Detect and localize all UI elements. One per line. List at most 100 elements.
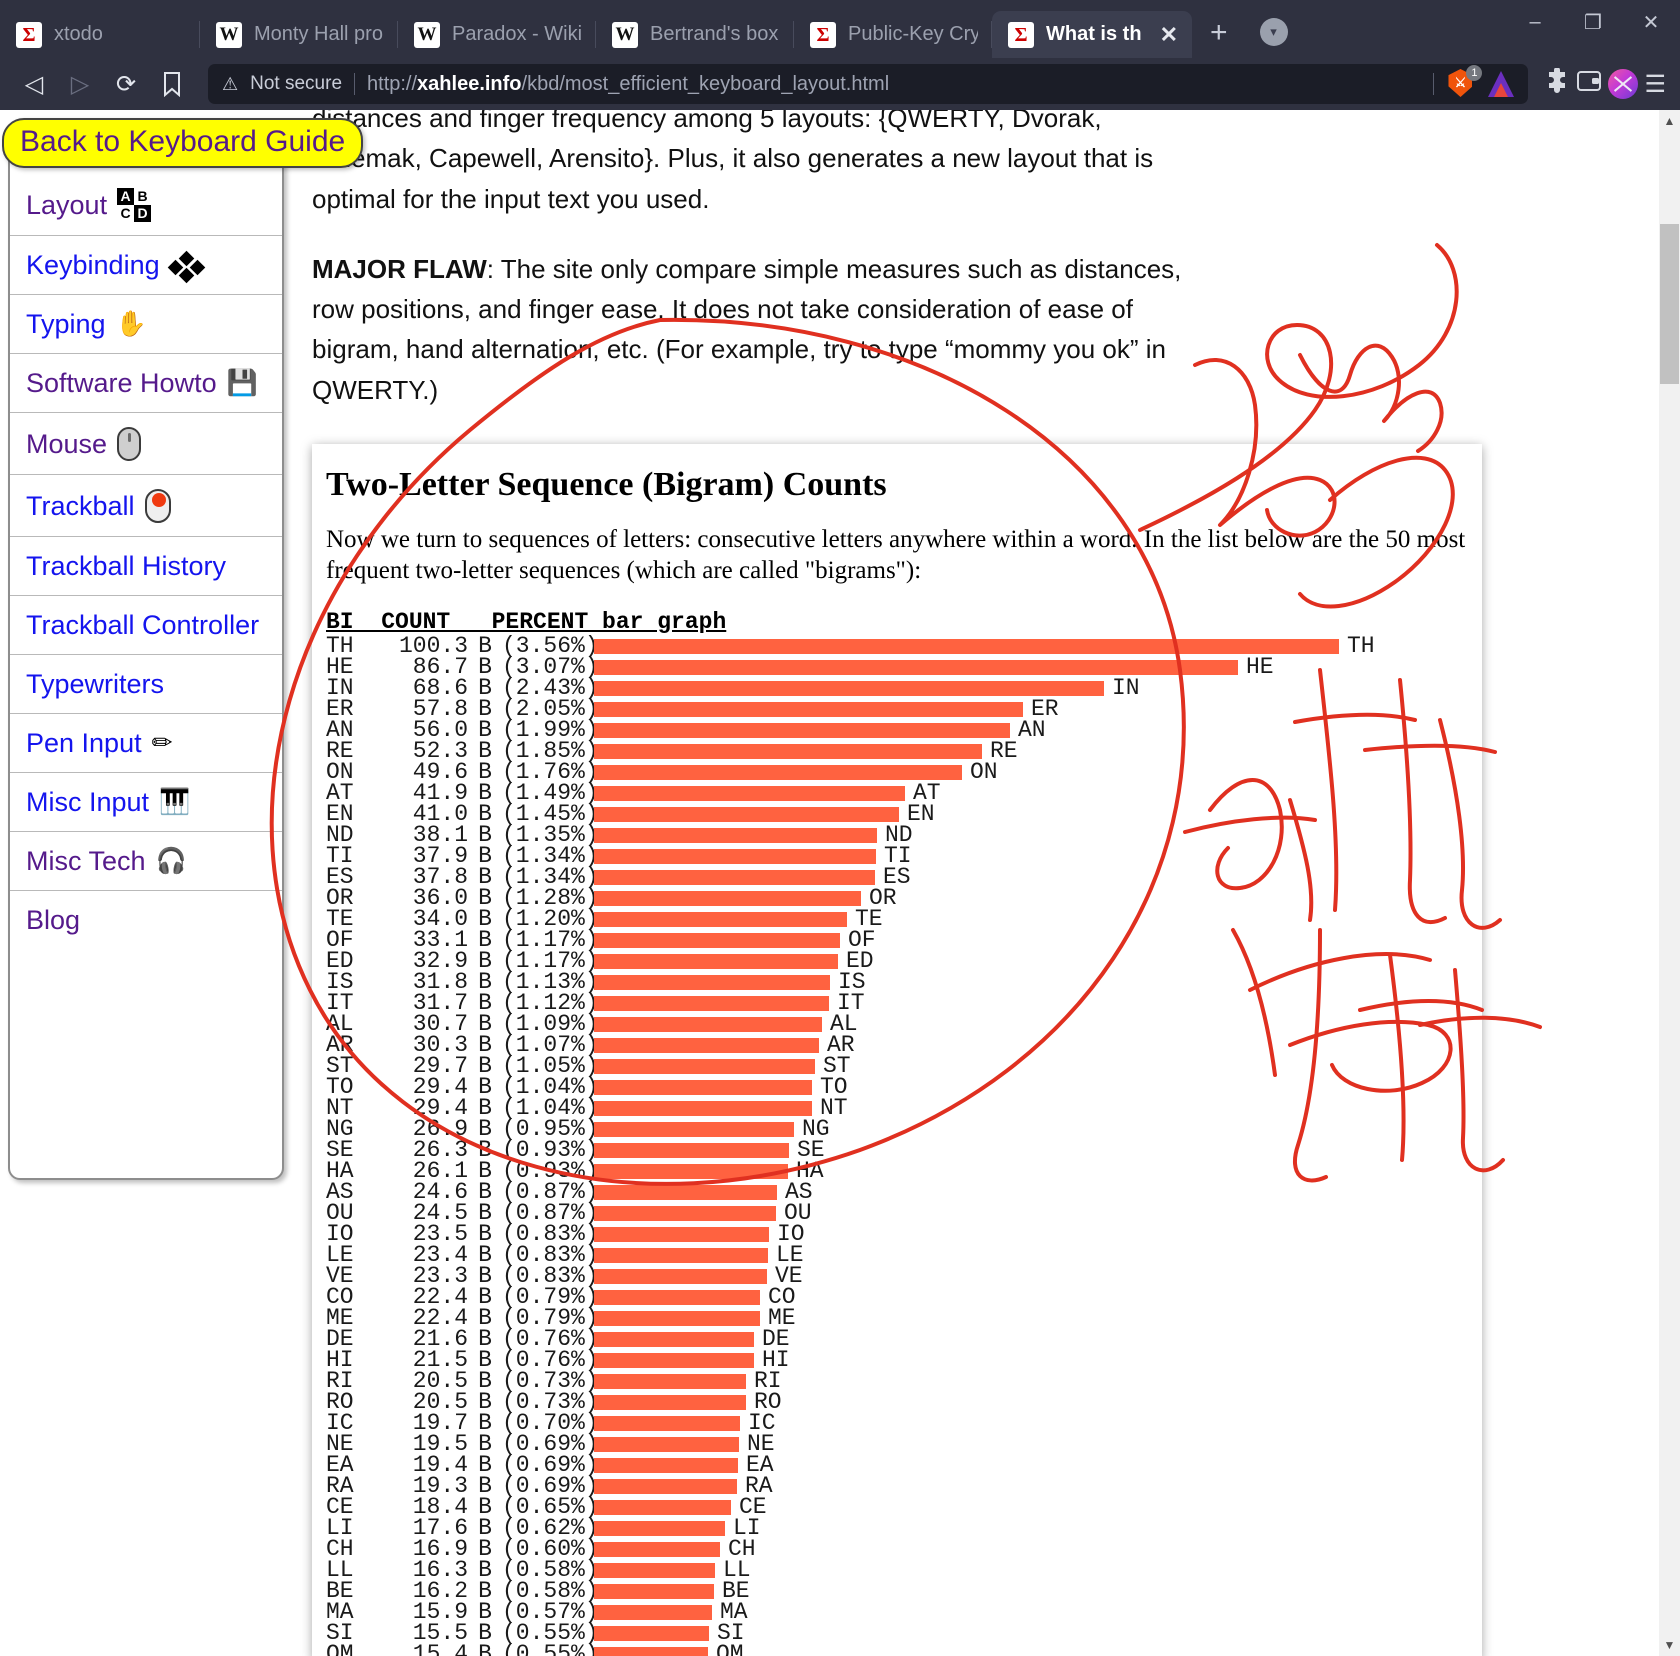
tab-title: xtodo <box>54 23 103 45</box>
menu-icon[interactable]: ☰ <box>1644 70 1666 99</box>
security-label: Not secure <box>250 73 343 94</box>
browser-tab[interactable]: Σxtodo <box>0 11 200 58</box>
maximize-button[interactable]: ❐ <box>1564 0 1622 44</box>
bookmark-icon[interactable] <box>152 64 192 104</box>
headphone-icon: 🎧 <box>155 847 187 875</box>
forward-icon[interactable]: ▷ <box>60 64 100 104</box>
paragraph-intro: distances and finger frequency among 5 l… <box>312 110 1154 214</box>
sidebar-item-software-howto[interactable]: Software Howto 💾 <box>10 354 282 413</box>
raised-hand-icon: ✋ <box>115 310 147 338</box>
scrollbar-thumb[interactable] <box>1660 224 1679 384</box>
sidebar-item-label[interactable]: Blog <box>26 905 80 936</box>
sidebar-item-trackball-history[interactable]: Trackball History <box>10 537 282 596</box>
count-unit: B <box>478 1641 492 1656</box>
bigram-bar <box>594 827 877 843</box>
bigram-bar <box>594 1478 737 1494</box>
sidebar-item-misc-tech[interactable]: Misc Tech 🎧 <box>10 832 282 891</box>
scroll-up-arrow[interactable]: ▲ <box>1659 110 1680 132</box>
shield-count-badge: 1 <box>1466 65 1483 81</box>
bigram-bar <box>594 1247 768 1263</box>
back-icon[interactable]: ◁ <box>14 64 54 104</box>
sigma-icon: Σ <box>1008 21 1034 48</box>
bigram-bar <box>594 1562 715 1578</box>
bigram-bar <box>594 1184 777 1200</box>
bigram-table-body: TH 100.3 B (3.56%) TH HE 86.7 B (3.07%) HE IN 68.6 B… <box>326 633 1482 1656</box>
tab-title: Bertrand's box parad <box>650 23 780 45</box>
sidebar-item-label[interactable]: Trackball <box>26 491 135 522</box>
address-bar[interactable]: ⚠ Not secure http://xahlee.info/kbd/most… <box>208 64 1529 104</box>
profile-avatar[interactable] <box>1608 69 1639 99</box>
sidebar-item-label[interactable]: Trackball Controller <box>26 610 259 641</box>
sidebar-item-label[interactable]: Trackball History <box>26 551 226 582</box>
sidebar-item-label[interactable]: Pen Input <box>26 728 142 759</box>
sidebar-item-trackball[interactable]: Trackball <box>10 475 282 537</box>
close-button[interactable]: ✕ <box>1622 0 1680 44</box>
sidebar-item-layout[interactable]: Layout A B C D <box>10 174 282 236</box>
url-path: /kbd/most_efficient_keyboard_layout.html <box>521 72 890 95</box>
brave-shields-icon[interactable]: ⚔ 1 <box>1448 65 1483 99</box>
bar-end-label: HE <box>1246 654 1274 680</box>
bigram-bar <box>594 974 830 990</box>
vertical-scrollbar[interactable]: ▲ ▼ <box>1659 110 1680 1656</box>
url-prefix: http:// <box>367 72 418 95</box>
sidebar-item-label[interactable]: Typewriters <box>26 669 164 700</box>
sidebar-item-label[interactable]: Mouse <box>26 429 107 460</box>
bigram-bar <box>594 869 875 885</box>
figure-intro-text: Now we turn to sequences of letters: con… <box>326 526 1466 585</box>
sidebar-item-keybinding[interactable]: Keybinding <box>10 236 282 295</box>
tab-close-icon[interactable]: ✕ <box>1160 22 1178 48</box>
sidebar-item-label[interactable]: Keybinding <box>26 250 160 281</box>
sidebar-item-misc-input[interactable]: Misc Input 🎹 <box>10 773 282 832</box>
bigram-bar <box>594 911 847 927</box>
sidebar-item-label[interactable]: Misc Input <box>26 787 149 818</box>
sidebar-item-label[interactable]: Misc Tech <box>26 846 146 877</box>
new-tab-button[interactable]: + <box>1192 16 1246 58</box>
sidebar-item-typewriters[interactable]: Typewriters <box>10 655 282 714</box>
figure-title: Two-Letter Sequence (Bigram) Counts <box>326 466 887 503</box>
bigram-bar <box>594 1373 746 1389</box>
bigram-bar <box>594 995 829 1011</box>
bigram-bar <box>594 722 1010 738</box>
web-page: Back to Keyboard Guide Layout A B C D Keybind… <box>0 110 1659 1656</box>
bigram-bar <box>594 1541 720 1557</box>
sidebar-item-mouse[interactable]: Mouse <box>10 413 282 475</box>
bigram-bar <box>594 743 982 759</box>
scroll-down-arrow[interactable]: ▼ <box>1659 1634 1680 1656</box>
browser-tab[interactable]: Σ Public-Key Cryptogr <box>794 11 992 58</box>
sidebar-item-blog[interactable]: Blog <box>10 891 282 949</box>
sidebar-item-typing[interactable]: Typing ✋ <box>10 295 282 354</box>
bigram-bar <box>594 1226 769 1242</box>
minimize-button[interactable]: – <box>1506 0 1564 44</box>
bigram-bar <box>594 848 876 864</box>
sidebar-item-label[interactable]: Software Howto <box>26 368 217 399</box>
brave-rewards-icon[interactable] <box>1488 71 1515 97</box>
wallet-glyph <box>1577 70 1602 91</box>
tab-strip: Σxtodo W Monty Hall problem W Paradox - Wiki… <box>0 0 1680 58</box>
bar-end-label: TH <box>1347 633 1375 659</box>
bigram-bar <box>594 1604 712 1620</box>
diamonds-icon <box>167 250 205 283</box>
bigram-bar <box>594 1100 812 1116</box>
browser-tab[interactable]: W Paradox - Wikipedia <box>398 11 596 58</box>
reload-icon[interactable]: ⟳ <box>106 64 146 104</box>
sidebar-item-trackball-controller[interactable]: Trackball Controller <box>10 596 282 655</box>
bigram-bar <box>594 1457 738 1473</box>
tab-title: Public-Key Cryptogr <box>848 23 978 45</box>
sidebar-item-label[interactable]: Typing <box>26 309 106 340</box>
tab-search-icon[interactable]: ▾ <box>1259 18 1288 46</box>
extensions-icon[interactable] <box>1544 66 1570 101</box>
browser-tab[interactable]: W Monty Hall problem <box>200 11 398 58</box>
back-to-keyboard-guide-link[interactable]: Back to Keyboard Guide <box>2 118 364 168</box>
sidebar-item-label[interactable]: Layout <box>26 190 107 221</box>
wallet-icon[interactable] <box>1576 69 1602 100</box>
sidebar-item-pen-input[interactable]: Pen Input ✏ <box>10 714 282 773</box>
browser-tab[interactable]: Σ What is the Mos ✕ <box>992 11 1192 58</box>
browser-tab[interactable]: W Bertrand's box parad <box>596 11 794 58</box>
tab-title: What is the Mos <box>1046 23 1142 45</box>
bigram-counts-figure: Two-Letter Sequence (Bigram) Counts Now … <box>312 444 1482 1656</box>
bigram-table: BI COUNT PERCENT bar graph TH 100.3 B (3.56… <box>326 609 1482 1656</box>
url-text[interactable]: http://xahlee.info/kbd/most_efficient_ke… <box>367 73 889 96</box>
bigram-bar <box>594 638 1339 654</box>
bigram-bar <box>594 1142 789 1158</box>
bigram-bar <box>594 1625 709 1641</box>
